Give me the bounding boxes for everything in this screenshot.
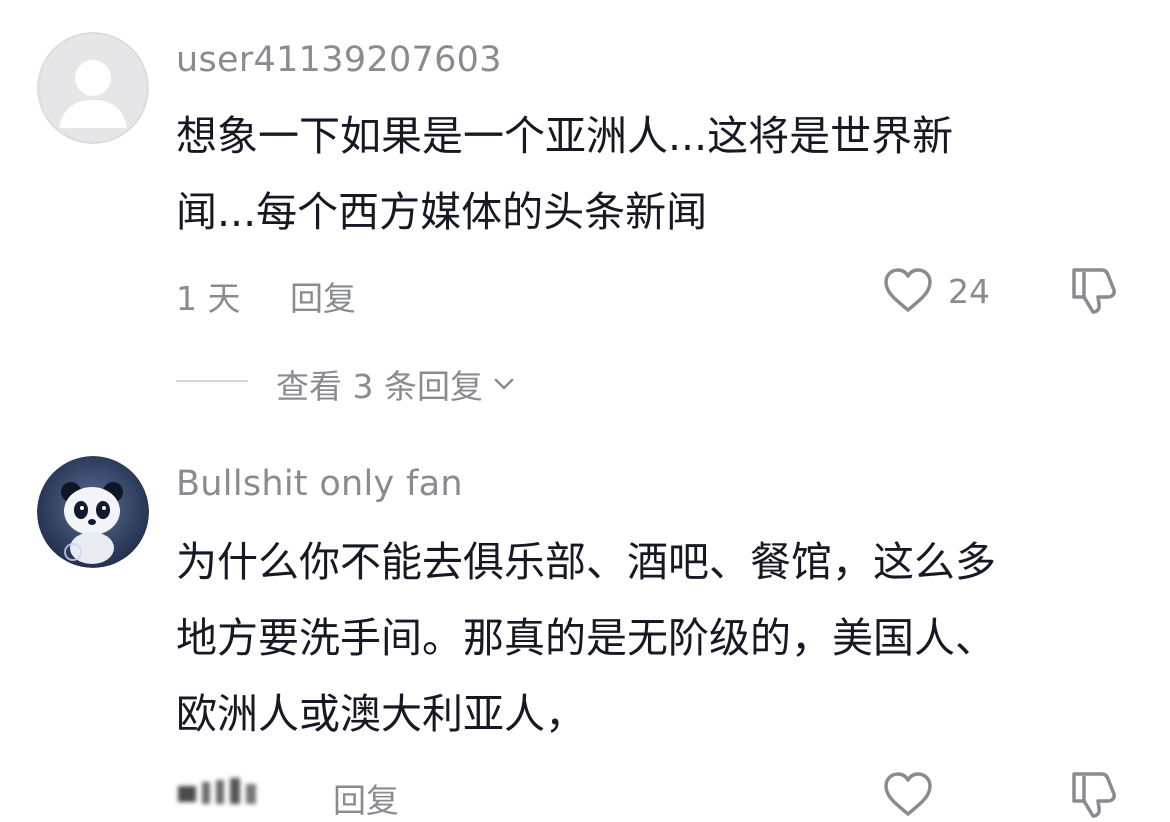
panda-avatar-icon (37, 456, 149, 568)
thumbs-down-icon (1072, 268, 1116, 314)
heart-icon (884, 268, 932, 312)
comment-text-line: 为什么你不能去俱乐部、酒吧、餐馆，这么多 (176, 538, 996, 586)
dislike-button[interactable] (1068, 768, 1122, 820)
comment-text-line: 欧洲人或澳大利亚人， (176, 690, 586, 738)
chevron-down-icon (494, 378, 514, 390)
thumbs-down-icon (1072, 772, 1116, 818)
comment-text-line: 想象一下如果是一个亚洲人...这将是世界新 (176, 112, 954, 160)
heart-icon (884, 772, 932, 816)
avatar[interactable] (37, 456, 149, 568)
like-button[interactable] (882, 266, 934, 314)
comment-time: 1 天 (176, 279, 241, 318)
dislike-button[interactable] (1068, 264, 1122, 316)
comment-username[interactable]: user41139207603 (176, 40, 502, 80)
view-replies-button[interactable]: 查看 3 条回复 (276, 360, 517, 408)
comment-text-line: 地方要洗手间。那真的是无阶级的，美国人、 (176, 614, 996, 662)
default-user-avatar-icon (37, 32, 149, 144)
like-button[interactable] (882, 770, 934, 818)
comment-time-obscured (176, 772, 280, 812)
redaction-mark (178, 778, 256, 804)
reply-button[interactable]: 回复 (290, 272, 356, 320)
like-count: 24 (948, 272, 990, 311)
reply-button[interactable]: 回复 (333, 774, 399, 822)
avatar[interactable] (37, 32, 149, 144)
view-replies-label: 查看 3 条回复 (276, 367, 483, 406)
comment-text-line: 闻...每个西方媒体的头条新闻 (176, 188, 708, 236)
divider (176, 380, 248, 382)
comment-username[interactable]: Bullshit only fan (176, 464, 463, 504)
